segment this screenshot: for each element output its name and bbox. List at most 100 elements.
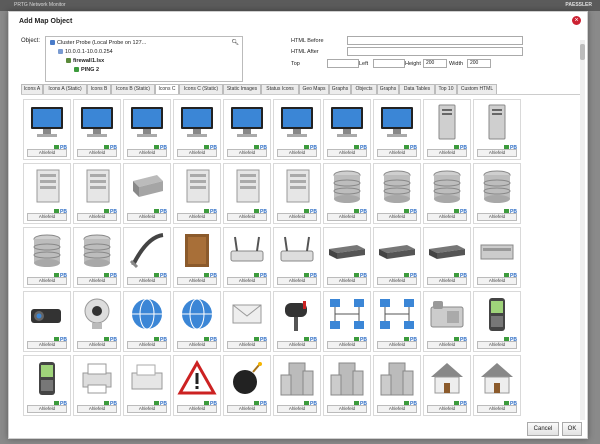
icon-variant-select[interactable]: Ahlefeld [277,149,317,157]
icon-variant-select[interactable]: Ahlefeld [327,405,367,413]
globe-icon[interactable] [177,295,217,333]
icon-cell[interactable]: PB Ahlefeld [73,163,121,224]
icon-cell[interactable]: PB Ahlefeld [323,99,371,160]
server-icon[interactable] [27,167,67,205]
top-input[interactable] [327,59,359,68]
icon-variant-select[interactable]: Ahlefeld [327,341,367,349]
switch-icon[interactable] [327,231,367,269]
phone-icon[interactable] [427,295,467,333]
database-icon[interactable] [477,167,517,205]
appliance-icon[interactable] [477,231,517,269]
database-icon[interactable] [27,231,67,269]
database-icon[interactable] [77,231,117,269]
icon-cell[interactable]: PB Ahlefeld [73,355,121,416]
icon-variant-select[interactable]: Ahlefeld [127,149,167,157]
scrollbar-thumb[interactable] [580,44,585,60]
icon-variant-select[interactable]: Ahlefeld [427,341,467,349]
icon-cell[interactable]: PB Ahlefeld [423,291,471,352]
switch-icon[interactable] [377,231,417,269]
html-before-input[interactable] [347,36,523,45]
cable-icon[interactable] [127,231,167,269]
icon-variant-select[interactable]: Ahlefeld [427,277,467,285]
icon-variant-select[interactable]: Ahlefeld [277,277,317,285]
icon-variant-select[interactable]: Ahlefeld [177,213,217,221]
close-icon[interactable]: × [572,16,581,25]
icon-variant-select[interactable]: Ahlefeld [27,213,67,221]
webcam-icon[interactable] [77,295,117,333]
cabinet-icon[interactable] [177,231,217,269]
icon-variant-select[interactable]: Ahlefeld [227,213,267,221]
object-tree[interactable]: Cluster Probe (Local Probe on 127... 10.… [45,36,243,82]
height-input[interactable]: 200 [423,59,447,68]
database-icon[interactable] [327,167,367,205]
tree-item-sensor[interactable]: PING 2 [74,67,99,73]
server-icon[interactable] [227,167,267,205]
globe-icon[interactable] [127,295,167,333]
icon-cell[interactable]: PB Ahlefeld [373,355,421,416]
mailbox-icon[interactable] [277,295,317,333]
icon-variant-select[interactable]: Ahlefeld [177,277,217,285]
icon-variant-select[interactable]: Ahlefeld [127,405,167,413]
icon-cell[interactable]: PB Ahlefeld [373,227,421,288]
monitor-icon[interactable] [127,103,167,141]
icon-cell[interactable]: PB Ahlefeld [373,163,421,224]
tree-item-device[interactable]: firewall1.lsx [66,58,104,64]
building-icon[interactable] [377,359,417,397]
icon-cell[interactable]: PB Ahlefeld [423,227,471,288]
icon-cell[interactable]: PB Ahlefeld [223,291,271,352]
icon-variant-select[interactable]: Ahlefeld [27,277,67,285]
icon-cell[interactable]: PB Ahlefeld [273,227,321,288]
icon-cell[interactable]: PB Ahlefeld [23,227,71,288]
icon-cell[interactable]: PB Ahlefeld [123,99,171,160]
server-icon[interactable] [77,167,117,205]
icon-cell[interactable]: PB Ahlefeld [473,227,521,288]
icon-variant-select[interactable]: Ahlefeld [27,149,67,157]
icon-cell[interactable]: PB Ahlefeld [123,291,171,352]
icon-cell[interactable]: PB Ahlefeld [123,163,171,224]
icon-variant-select[interactable]: Ahlefeld [477,149,517,157]
building-icon[interactable] [327,359,367,397]
icon-cell[interactable]: PB Ahlefeld [323,291,371,352]
icon-variant-select[interactable]: Ahlefeld [127,341,167,349]
icon-variant-select[interactable]: Ahlefeld [227,149,267,157]
network-icon[interactable] [327,295,367,333]
ok-button[interactable]: OK [562,422,582,436]
monitor-icon[interactable] [27,103,67,141]
house-icon[interactable] [427,359,467,397]
monitor-icon[interactable] [177,103,217,141]
icon-cell[interactable]: PB Ahlefeld [173,355,221,416]
icon-cell[interactable]: PB Ahlefeld [223,227,271,288]
icon-variant-select[interactable]: Ahlefeld [377,277,417,285]
icon-cell[interactable]: PB Ahlefeld [273,355,321,416]
mobile-phone-icon[interactable] [27,359,67,397]
icon-cell[interactable]: PB Ahlefeld [423,163,471,224]
icon-cell[interactable]: PB Ahlefeld [73,227,121,288]
html-after-input[interactable] [347,47,523,56]
tree-item-probe[interactable]: Cluster Probe (Local Probe on 127... [50,40,146,46]
icon-cell[interactable]: PB Ahlefeld [323,227,371,288]
server-tower-icon[interactable] [477,103,517,141]
mobile-phone-icon[interactable] [477,295,517,333]
icon-cell[interactable]: PB Ahlefeld [273,163,321,224]
icon-variant-select[interactable]: Ahlefeld [477,277,517,285]
icon-cell[interactable]: PB Ahlefeld [123,355,171,416]
icon-cell[interactable]: PB Ahlefeld [373,99,421,160]
icon-cell[interactable]: PB Ahlefeld [123,227,171,288]
icon-variant-select[interactable]: Ahlefeld [377,149,417,157]
icon-variant-select[interactable]: Ahlefeld [477,405,517,413]
icon-variant-select[interactable]: Ahlefeld [27,341,67,349]
icon-variant-select[interactable]: Ahlefeld [327,149,367,157]
mail-icon[interactable] [227,295,267,333]
icon-cell[interactable]: PB Ahlefeld [223,355,271,416]
icon-cell[interactable]: PB Ahlefeld [373,291,421,352]
icon-variant-select[interactable]: Ahlefeld [77,277,117,285]
icon-cell[interactable]: PB Ahlefeld [273,99,321,160]
database-icon[interactable] [427,167,467,205]
icon-cell[interactable]: PB Ahlefeld [473,163,521,224]
icon-variant-select[interactable]: Ahlefeld [277,341,317,349]
icon-variant-select[interactable]: Ahlefeld [427,213,467,221]
icon-cell[interactable]: PB Ahlefeld [473,99,521,160]
scrollbar[interactable] [580,40,585,420]
fax-icon[interactable] [127,359,167,397]
monitor-icon[interactable] [377,103,417,141]
